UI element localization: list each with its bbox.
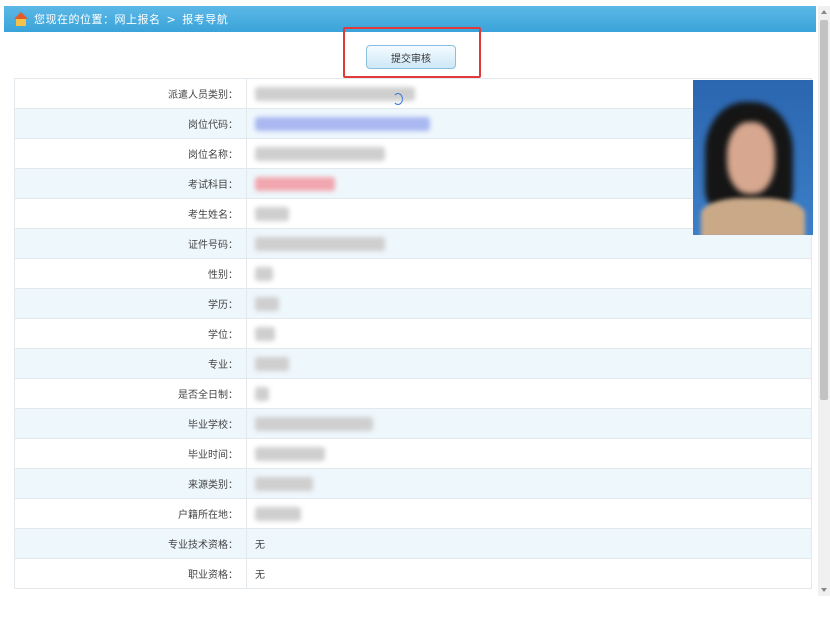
table-row: 学位： — [14, 318, 812, 349]
field-label: 毕业时间： — [14, 438, 247, 469]
redacted-value — [255, 296, 279, 311]
redacted-value — [255, 446, 325, 461]
redacted-value — [255, 506, 301, 521]
field-label: 专业： — [14, 348, 247, 379]
redacted-value — [255, 476, 313, 491]
redacted-value — [255, 206, 289, 221]
scroll-up-icon[interactable] — [821, 10, 827, 14]
field-value: 无 — [246, 528, 812, 559]
field-label: 专业技术资格： — [14, 528, 247, 559]
redacted-value — [255, 116, 430, 131]
field-label: 户籍所在地： — [14, 498, 247, 529]
submit-review-button[interactable]: 提交审核 — [366, 45, 456, 69]
scroll-down-icon[interactable] — [821, 588, 827, 592]
table-row: 毕业时间： — [14, 438, 812, 469]
field-label: 性别： — [14, 258, 247, 289]
applicant-photo — [693, 80, 813, 235]
redacted-value — [255, 86, 415, 101]
breadcrumb-current[interactable]: 报考导航 — [182, 13, 228, 26]
table-row: 性别： — [14, 258, 812, 289]
breadcrumb-separator: > — [166, 13, 177, 26]
field-label: 考试科目： — [14, 168, 247, 199]
field-label: 派遣人员类别： — [14, 78, 247, 109]
field-value — [246, 468, 812, 499]
redacted-value — [255, 236, 385, 251]
field-label: 岗位代码： — [14, 108, 247, 139]
redacted-value — [255, 176, 335, 191]
field-value — [246, 378, 812, 409]
table-row: 派遣人员类别： — [14, 78, 812, 109]
table-row: 专业技术资格： 无 — [14, 528, 812, 559]
field-value — [246, 258, 812, 289]
field-label: 来源类别： — [14, 468, 247, 499]
field-label: 学历： — [14, 288, 247, 319]
table-row: 岗位代码： — [14, 108, 812, 139]
redacted-value — [255, 266, 273, 281]
table-row: 考生姓名： — [14, 198, 812, 229]
field-label: 职业资格： — [14, 558, 247, 589]
redacted-value — [255, 146, 385, 161]
table-row: 来源类别： — [14, 468, 812, 499]
field-label: 考生姓名： — [14, 198, 247, 229]
field-value — [246, 288, 812, 319]
breadcrumb: 您现在的位置：网上报名 > 报考导航 — [34, 11, 228, 27]
table-row: 职业资格： 无 — [14, 558, 812, 589]
field-value: 无 — [246, 558, 812, 589]
scrollbar-thumb[interactable] — [820, 20, 828, 400]
redacted-value — [255, 326, 275, 341]
field-label: 学位： — [14, 318, 247, 349]
home-icon — [14, 12, 28, 26]
redacted-value — [255, 386, 269, 401]
field-label: 是否全日制： — [14, 378, 247, 409]
table-row: 户籍所在地： — [14, 498, 812, 529]
field-label: 毕业学校： — [14, 408, 247, 439]
field-value — [246, 318, 812, 349]
table-row: 证件号码： — [14, 228, 812, 259]
redacted-value — [255, 356, 289, 371]
table-row: 岗位名称： — [14, 138, 812, 169]
field-value — [246, 348, 812, 379]
field-value — [246, 498, 812, 529]
field-value — [246, 408, 812, 439]
field-label: 岗位名称： — [14, 138, 247, 169]
field-value — [246, 438, 812, 469]
table-row: 学历： — [14, 288, 812, 319]
field-label: 证件号码： — [14, 228, 247, 259]
table-row: 毕业学校： — [14, 408, 812, 439]
vertical-scrollbar[interactable] — [818, 6, 830, 596]
table-row: 是否全日制： — [14, 378, 812, 409]
breadcrumb-prefix: 您现在的位置：网上报名 — [34, 13, 161, 26]
mouse-cursor-icon — [393, 93, 403, 105]
table-row: 考试科目： — [14, 168, 812, 199]
table-row: 专业： — [14, 348, 812, 379]
redacted-value — [255, 416, 373, 431]
